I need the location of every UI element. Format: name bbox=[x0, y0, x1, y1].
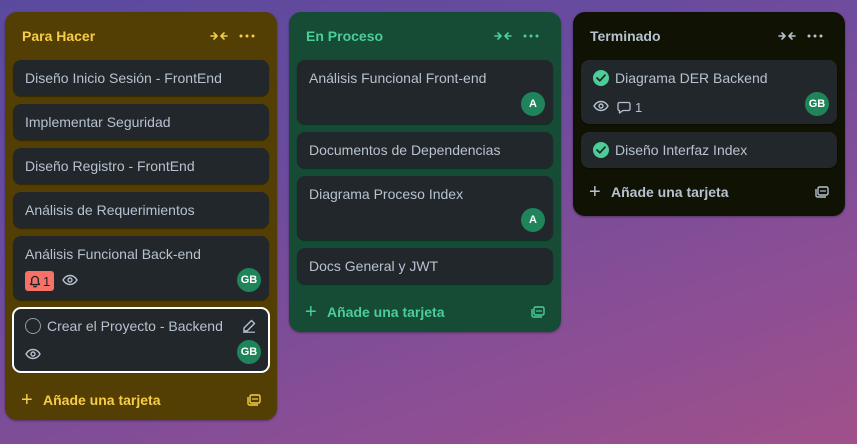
notification-badge: 1 bbox=[25, 271, 55, 291]
avatar[interactable]: A bbox=[521, 208, 545, 232]
card-title: Análisis Funcional Front-end bbox=[309, 70, 487, 86]
add-card-button[interactable]: + Añade una tarjeta bbox=[581, 176, 837, 208]
avatar[interactable]: GB bbox=[805, 92, 829, 116]
card-selected[interactable]: Crear el Proyecto - Backend GB bbox=[12, 307, 270, 373]
list-terminado: Terminado Diagrama DER Backend 1 GB Dise… bbox=[573, 12, 845, 216]
list-en-proceso: En Proceso Análisis Funcional Front-end … bbox=[289, 12, 561, 332]
comment-count: 1 bbox=[635, 99, 643, 115]
more-options-icon[interactable] bbox=[801, 24, 829, 48]
card-title: Crear el Proyecto - Backend bbox=[25, 318, 257, 334]
card[interactable]: Diagrama Proceso Index A bbox=[297, 176, 553, 240]
card[interactable]: Diseño Registro - FrontEnd bbox=[13, 148, 269, 184]
eye-icon bbox=[25, 347, 41, 363]
eye-icon bbox=[62, 273, 79, 289]
card[interactable]: Diseño Interfaz Index bbox=[581, 132, 837, 168]
more-options-icon[interactable] bbox=[517, 24, 545, 48]
template-icon[interactable] bbox=[247, 392, 261, 409]
card-title: Diseño Inicio Sesión - FrontEnd bbox=[25, 70, 222, 86]
card-title: Implementar Seguridad bbox=[25, 114, 171, 130]
avatar[interactable]: A bbox=[521, 92, 545, 116]
card[interactable]: Análisis Funcional Front-end A bbox=[297, 60, 553, 124]
add-card-label: Añade una tarjeta bbox=[611, 184, 729, 200]
card[interactable]: Implementar Seguridad bbox=[13, 104, 269, 140]
complete-check-icon[interactable] bbox=[593, 142, 609, 158]
card-title: Diagrama DER Backend bbox=[593, 70, 825, 86]
card-title: Diagrama Proceso Index bbox=[309, 186, 464, 202]
card-title-text: Crear el Proyecto - Backend bbox=[47, 318, 223, 334]
card-badges: 1 bbox=[593, 99, 642, 115]
card[interactable]: Docs General y JWT bbox=[297, 248, 553, 284]
card-badges bbox=[25, 347, 41, 363]
list-title[interactable]: Para Hacer bbox=[22, 28, 205, 44]
card-title: Documentos de Dependencias bbox=[309, 142, 501, 158]
collapse-icon[interactable] bbox=[773, 24, 801, 48]
add-card-label: Añade una tarjeta bbox=[43, 392, 161, 408]
template-icon[interactable] bbox=[815, 184, 829, 201]
list-header: Para Hacer bbox=[13, 12, 269, 60]
add-card-button[interactable]: + Añade una tarjeta bbox=[297, 296, 553, 328]
card-title: Diseño Registro - FrontEnd bbox=[25, 158, 195, 174]
add-card-button[interactable]: + Añade una tarjeta bbox=[13, 384, 269, 416]
plus-icon: + bbox=[21, 389, 33, 411]
comment-badge: 1 bbox=[617, 100, 642, 115]
eye-icon bbox=[593, 99, 609, 115]
card[interactable]: Documentos de Dependencias bbox=[297, 132, 553, 168]
card-title-text: Diseño Interfaz Index bbox=[615, 142, 748, 158]
card[interactable]: Diagrama DER Backend 1 GB bbox=[581, 60, 837, 124]
list-title[interactable]: En Proceso bbox=[306, 28, 489, 44]
edit-icon[interactable] bbox=[239, 316, 259, 336]
board: Para Hacer Diseño Inicio Sesión - FrontE… bbox=[0, 0, 857, 444]
plus-icon: + bbox=[589, 181, 601, 203]
more-options-icon[interactable] bbox=[233, 24, 261, 48]
list-header: Terminado bbox=[581, 12, 837, 60]
list-header: En Proceso bbox=[297, 12, 553, 60]
card-badges: 1 bbox=[25, 271, 79, 291]
card-title: Diseño Interfaz Index bbox=[593, 142, 825, 158]
avatar[interactable]: GB bbox=[237, 340, 261, 364]
avatar[interactable]: GB bbox=[237, 268, 261, 292]
list-para-hacer: Para Hacer Diseño Inicio Sesión - FrontE… bbox=[5, 12, 277, 420]
template-icon[interactable] bbox=[531, 304, 545, 321]
list-title[interactable]: Terminado bbox=[590, 28, 773, 44]
card[interactable]: Diseño Inicio Sesión - FrontEnd bbox=[13, 60, 269, 96]
card-title-text: Diagrama DER Backend bbox=[615, 70, 768, 86]
complete-check-icon[interactable] bbox=[593, 70, 609, 86]
card-title: Análisis de Requerimientos bbox=[25, 202, 195, 218]
card[interactable]: Análisis Funcional Back-end 1 GB bbox=[13, 236, 269, 300]
notification-count: 1 bbox=[43, 273, 51, 289]
collapse-icon[interactable] bbox=[489, 24, 517, 48]
collapse-icon[interactable] bbox=[205, 24, 233, 48]
comment-icon bbox=[617, 101, 631, 114]
card-title: Docs General y JWT bbox=[309, 258, 439, 274]
bell-icon bbox=[29, 275, 41, 287]
complete-checkbox[interactable] bbox=[25, 318, 41, 334]
plus-icon: + bbox=[305, 301, 317, 323]
card[interactable]: Análisis de Requerimientos bbox=[13, 192, 269, 228]
add-card-label: Añade una tarjeta bbox=[327, 304, 445, 320]
card-title: Análisis Funcional Back-end bbox=[25, 246, 201, 262]
